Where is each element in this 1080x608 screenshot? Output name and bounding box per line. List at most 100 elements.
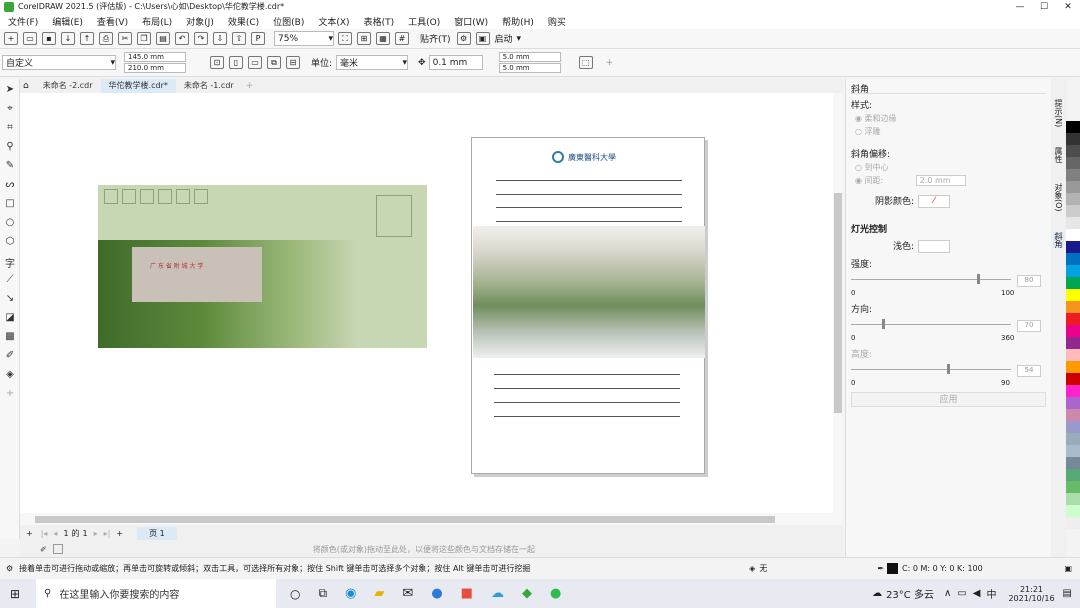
color-swatch[interactable]	[1066, 277, 1080, 289]
color-swatch[interactable]	[1066, 181, 1080, 193]
slider-knob[interactable]	[947, 364, 950, 374]
color-swatch[interactable]	[1066, 373, 1080, 385]
intensity-slider[interactable]	[851, 274, 1011, 284]
color-swatch[interactable]	[1066, 205, 1080, 217]
page-preset-select[interactable]: 自定义 ▾	[2, 55, 116, 70]
menu-object[interactable]: 对象(J)	[186, 15, 214, 28]
redo-icon[interactable]: ↷	[194, 32, 208, 45]
color-swatch[interactable]	[1066, 133, 1080, 145]
paste-icon[interactable]: ▤	[156, 32, 170, 45]
text-tool-icon[interactable]: 字	[3, 255, 17, 270]
wechat-icon[interactable]: ●	[550, 586, 561, 601]
scroll-thumb[interactable]	[35, 516, 775, 523]
portrait-icon[interactable]: ▯	[229, 56, 243, 69]
menu-file[interactable]: 文件(F)	[8, 15, 38, 28]
status-gear-icon[interactable]: ⚙	[6, 564, 13, 573]
no-color-swatch[interactable]	[52, 544, 63, 554]
cloud-upload-icon[interactable]: ↑	[80, 32, 94, 45]
mail-icon[interactable]: ✉	[402, 586, 413, 601]
rulers-icon[interactable]: ⊞	[357, 32, 371, 45]
altitude-value[interactable]: 54	[1017, 365, 1041, 377]
color-swatch[interactable]	[1066, 493, 1080, 505]
chevron-down-icon[interactable]: ▾	[517, 34, 522, 44]
maximize-icon[interactable]: ☐	[1032, 2, 1056, 12]
launch-button[interactable]: 启动	[495, 32, 513, 45]
outline-color-swatch[interactable]	[887, 563, 899, 574]
current-page-icon[interactable]: ⧉	[267, 56, 281, 69]
zoom-tool-icon[interactable]: ⚲	[3, 141, 17, 155]
volume-icon[interactable]: ◀	[973, 588, 981, 599]
tray-expand-icon[interactable]: ∧	[944, 588, 951, 599]
color-swatch[interactable]	[1066, 121, 1080, 133]
document-palette[interactable]: ✐ 将颜色(或对象)拖动至此处，以便将这些颜色与文档存储在一起	[20, 541, 843, 557]
new-document-icon[interactable]: +	[4, 32, 18, 45]
tab-properties[interactable]: 属性	[1053, 147, 1064, 163]
guidelines-icon[interactable]: #	[395, 32, 409, 45]
crop-tool-icon[interactable]: ⌗	[3, 122, 17, 136]
tab-bevel[interactable]: 斜角	[1053, 231, 1064, 248]
outline-pen-icon[interactable]: ✒	[877, 564, 884, 573]
color-swatch[interactable]	[1066, 505, 1080, 517]
cut-icon[interactable]: ✂	[118, 32, 132, 45]
color-swatch[interactable]	[1066, 241, 1080, 253]
menu-table[interactable]: 表格(T)	[364, 15, 395, 28]
offset-distance-radio[interactable]: ◉ 间距: 2.0 mm	[855, 175, 1046, 186]
style-emboss-radio[interactable]: ○ 浮雕	[855, 126, 1046, 137]
style-soft-edge-radio[interactable]: ◉ 柔和边缘	[855, 113, 1046, 124]
color-swatch[interactable]	[1066, 409, 1080, 421]
eyedropper-icon[interactable]: ✐	[3, 350, 17, 364]
intensity-value[interactable]: 80	[1017, 275, 1041, 287]
all-pages-icon[interactable]: ⊡	[210, 56, 224, 69]
shadow-color-picker[interactable]: ⁄	[918, 195, 951, 208]
coreldraw-taskbar-icon[interactable]: ◆	[522, 586, 532, 601]
color-swatch[interactable]	[1066, 397, 1080, 409]
cortana-icon[interactable]: ○	[290, 587, 300, 601]
eyedropper-icon[interactable]: ✐	[40, 545, 47, 554]
menu-effects[interactable]: 效果(C)	[228, 15, 259, 28]
new-tab-icon[interactable]: +	[246, 81, 254, 91]
copy-icon[interactable]: ❐	[137, 32, 151, 45]
artistic-media-icon[interactable]: ᔕ	[3, 179, 17, 193]
windows-start-icon[interactable]: ⊞	[10, 587, 20, 601]
color-swatch[interactable]	[1066, 433, 1080, 445]
last-page-icon[interactable]: ▸|	[104, 529, 111, 538]
color-palette[interactable]	[1066, 121, 1080, 557]
launch-icon[interactable]: ▣	[475, 32, 490, 45]
tab-huatuo[interactable]: 华佗教学楼.cdr*	[100, 79, 176, 93]
pick-tool-icon[interactable]: ➤	[3, 84, 17, 98]
direction-value[interactable]: 70	[1017, 320, 1041, 332]
shape-tool-icon[interactable]: ⌖	[3, 103, 17, 117]
page-border-icon[interactable]: ⬚	[578, 56, 593, 69]
full-screen-icon[interactable]: ⛶	[338, 32, 352, 45]
network-icon[interactable]: ▭	[957, 588, 966, 599]
notification-icon[interactable]: ▣	[1064, 564, 1072, 573]
taskbar-search[interactable]: ⚲ 在这里输入你要搜索的内容	[36, 579, 276, 608]
color-swatch[interactable]	[1066, 217, 1080, 229]
minimize-icon[interactable]: —	[1008, 2, 1032, 12]
color-swatch[interactable]	[1066, 193, 1080, 205]
menu-layout[interactable]: 布局(L)	[142, 15, 172, 28]
color-swatch[interactable]	[1066, 445, 1080, 457]
clock[interactable]: 21:21 2021/10/16	[1008, 585, 1054, 603]
weather-text[interactable]: 23°C 多云	[886, 586, 934, 601]
offset-to-center-radio[interactable]: ○ 到中心	[855, 162, 1046, 173]
color-swatch[interactable]	[1066, 313, 1080, 325]
unit-select[interactable]: 毫米 ▾	[336, 55, 409, 70]
parallel-dimension-icon[interactable]: ⟋	[3, 274, 17, 288]
cloud-app-icon[interactable]: ☁	[491, 586, 504, 601]
zoom-level-select[interactable]: 75% ▾	[274, 31, 334, 46]
add-page-icon[interactable]: +	[26, 529, 33, 538]
light-color-picker[interactable]	[918, 240, 951, 253]
print-icon[interactable]: ⎙	[99, 32, 113, 45]
edge-icon[interactable]: ◉	[345, 586, 356, 601]
duplicate-y-field[interactable]: 5.0 mm	[498, 62, 561, 73]
options-gear-icon[interactable]: ⚙	[456, 32, 471, 45]
ime-indicator[interactable]: 中	[986, 586, 996, 601]
export-icon[interactable]: ⇧	[232, 32, 246, 45]
page-height-field[interactable]: 210.0 mm	[124, 62, 186, 73]
interactive-fill-icon[interactable]: ◈	[3, 369, 17, 383]
add-icon[interactable]: +	[606, 58, 614, 68]
grid-icon[interactable]: ▦	[376, 32, 390, 45]
first-page-icon[interactable]: |◂	[41, 529, 48, 538]
color-swatch[interactable]	[1066, 253, 1080, 265]
